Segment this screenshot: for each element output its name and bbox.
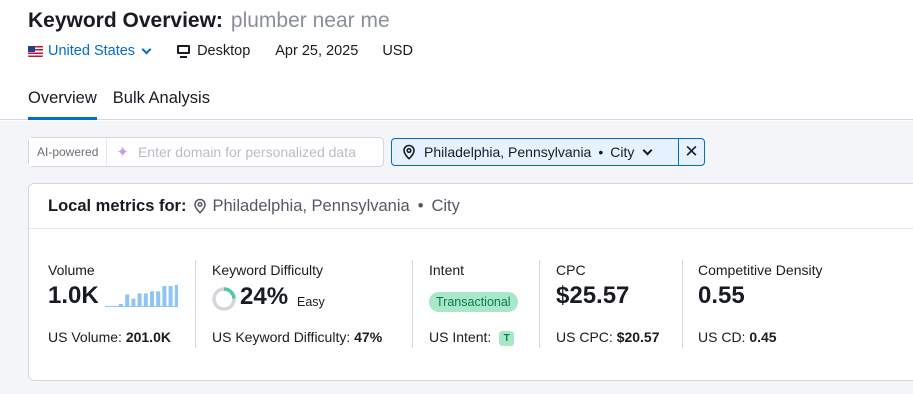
domain-input[interactable] (137, 144, 374, 160)
kd-value: 24% (240, 283, 289, 310)
currency-label: USD (382, 43, 413, 59)
trend-bar (174, 285, 178, 306)
us-flag-icon (28, 45, 43, 57)
trend-bar (125, 294, 130, 306)
trend-bar (131, 298, 136, 306)
keyword-difficulty-metric: Keyword Difficulty 24% Easy US Keyword D… (212, 262, 402, 350)
kd-level: Easy (297, 295, 325, 309)
location-city: Philadelphia, Pennsylvania (424, 144, 592, 160)
intent-badge: Transactional (429, 292, 518, 312)
us-volume: US Volume: 201.0K (48, 329, 171, 345)
us-cpc: US CPC: $20.57 (556, 329, 660, 345)
cpc-metric: CPC $25.57 US CPC: $20.57 (556, 262, 676, 350)
us-intent-badge: T (499, 330, 515, 346)
us-cpc-value: $20.57 (616, 329, 660, 345)
trend-bar (162, 286, 167, 306)
location-pin-icon (194, 198, 207, 214)
cpc-label: CPC (556, 262, 586, 278)
divider (539, 260, 540, 348)
us-intent: US Intent: T (429, 329, 515, 346)
local-metrics-location: Philadelphia, Pennsylvania (212, 196, 410, 215)
page-title: Keyword Overview: (28, 9, 223, 32)
database-label: United States (48, 43, 136, 59)
local-metrics-type: City (431, 196, 460, 215)
kd-ring-icon (212, 287, 236, 311)
desktop-icon (177, 44, 191, 58)
location-selector[interactable]: Philadelphia, Pennsylvania • City (392, 139, 678, 165)
main-content: AI-powered ✦ Philadelphia, Pennsylvania … (0, 121, 913, 394)
location-separator: • (598, 144, 604, 160)
us-cd: US CD: 0.45 (698, 329, 777, 345)
close-icon: ✕ (684, 142, 699, 161)
intent-metric: Intent Transactional US Intent: T (429, 262, 539, 350)
us-intent-label: US Intent: (429, 329, 492, 345)
competitive-density-metric: Competitive Density 0.55 US CD: 0.45 (698, 262, 858, 350)
us-volume-label: US Volume: (48, 329, 122, 345)
local-metrics-heading: Local metrics for: (48, 196, 187, 215)
us-cpc-label: US CPC: (556, 329, 613, 345)
trend-bar (168, 286, 173, 306)
divider (682, 260, 683, 348)
tab-overview[interactable]: Overview (28, 89, 97, 120)
us-cd-label: US CD: (698, 329, 746, 345)
filters-row: United States Desktop Apr 25, 2025 USD (28, 43, 413, 59)
kd-label: Keyword Difficulty (212, 262, 324, 278)
us-kd: US Keyword Difficulty: 47% (212, 329, 382, 345)
local-metrics-separator: • (417, 196, 424, 215)
local-metrics-card: Local metrics for: Philadelphia, Pennsyl… (28, 183, 913, 381)
us-cd-value: 0.45 (749, 329, 777, 345)
us-kd-value: 47% (354, 329, 383, 345)
cpc-value: $25.57 (556, 282, 630, 309)
device-indicator: Desktop (177, 43, 250, 59)
intent-label: Intent (429, 262, 465, 278)
tabs: Overview Bulk Analysis (28, 89, 210, 120)
page-title-row: Keyword Overview: plumber near me (28, 9, 390, 33)
chevron-down-icon (141, 44, 152, 54)
personalize-domain-box: AI-powered ✦ (28, 137, 384, 167)
location-type: City (610, 144, 635, 160)
trend-bar (156, 291, 161, 306)
tab-bulk-analysis[interactable]: Bulk Analysis (113, 89, 210, 120)
local-metrics-header: Local metrics for: Philadelphia, Pennsyl… (29, 184, 913, 229)
header-area: Keyword Overview: plumber near me United… (0, 0, 913, 120)
us-volume-value: 201.0K (125, 329, 171, 345)
sparkle-icon: ✦ (116, 144, 129, 161)
trend-bar (143, 293, 148, 306)
ai-powered-label: AI-powered (29, 138, 108, 166)
cd-label: Competitive Density (698, 262, 823, 278)
chevron-down-icon (642, 145, 653, 155)
volume-value: 1.0K (48, 282, 99, 309)
location-filter: Philadelphia, Pennsylvania • City ✕ (391, 138, 705, 166)
volume-trend-chart (105, 285, 178, 307)
database-selector[interactable]: United States (28, 43, 152, 59)
trend-bar (119, 303, 123, 306)
divider (412, 260, 413, 348)
volume-metric: Volume 1.0K US Volume: 201.0K (48, 262, 198, 350)
device-label: Desktop (197, 43, 251, 59)
keyword-title: plumber near me (230, 9, 390, 32)
clear-location-button[interactable]: ✕ (678, 139, 704, 165)
cd-value: 0.55 (698, 282, 745, 309)
us-kd-label: US Keyword Difficulty: (212, 329, 351, 345)
location-pin-icon (403, 144, 415, 160)
trend-bar (150, 291, 154, 306)
volume-label: Volume (48, 262, 95, 278)
divider (195, 260, 196, 348)
date-label: Apr 25, 2025 (275, 43, 359, 59)
trend-bar (137, 293, 142, 306)
